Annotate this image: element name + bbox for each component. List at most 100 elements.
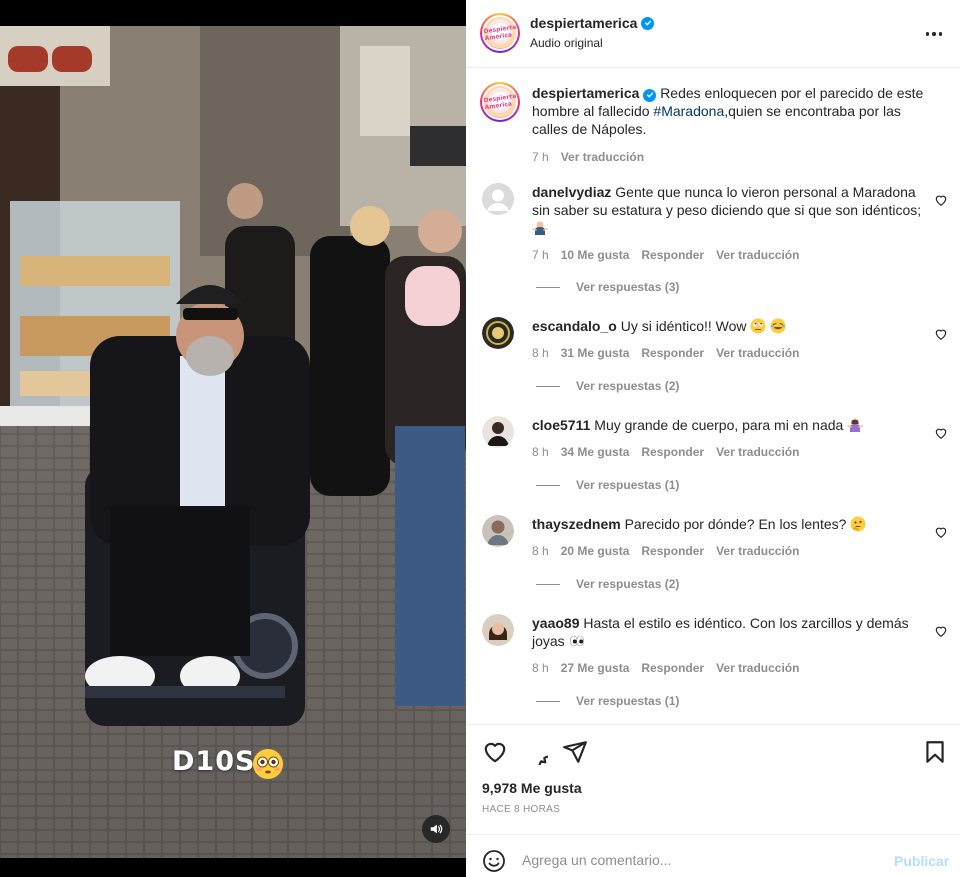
hashtag-link[interactable]: #Maradona: [653, 103, 724, 119]
add-comment-bar: Publicar: [466, 834, 960, 877]
person-shrugging-emoji: [532, 221, 548, 235]
comment-time[interactable]: 8 h: [532, 443, 549, 461]
like-comment-heart-icon[interactable]: [934, 525, 948, 539]
comment-time[interactable]: 8 h: [532, 659, 549, 677]
comment-likes[interactable]: 10 Me gusta: [561, 246, 630, 264]
view-replies-button[interactable]: Ver respuestas (2): [536, 577, 679, 591]
translate-link[interactable]: Ver traducción: [716, 542, 799, 560]
speaker-icon: [430, 824, 443, 834]
comment-username[interactable]: cloe5711: [532, 417, 590, 433]
more-dot-icon: [938, 32, 943, 36]
avatar-logo-text: Despierta America: [482, 23, 517, 43]
caption-translate-link[interactable]: Ver traducción: [561, 148, 644, 166]
reply-button[interactable]: Responder: [641, 659, 704, 677]
comment-likes[interactable]: 34 Me gusta: [561, 443, 630, 461]
comment-text: Hasta el estilo es idéntico. Con los zar…: [532, 615, 909, 649]
share-send-icon[interactable]: [562, 739, 588, 765]
comment-meta: 8 h 20 Me gusta Responder Ver traducción: [532, 542, 922, 560]
comment-likes[interactable]: 20 Me gusta: [561, 542, 630, 560]
comment-avatar[interactable]: [482, 515, 514, 547]
thinking-face-emoji: [850, 516, 866, 532]
comment-text: Uy si idéntico!! Wow: [620, 318, 747, 334]
caption-text: despiertamerica Redes enloquecen por el …: [532, 84, 932, 166]
replies-divider: [536, 286, 560, 288]
street-scene-image: [0, 26, 466, 858]
comment-time[interactable]: 7 h: [532, 246, 549, 264]
verified-badge-icon: [643, 88, 657, 102]
author-username[interactable]: despiertamerica: [530, 15, 655, 31]
like-heart-icon[interactable]: [482, 739, 508, 765]
like-comment-heart-icon[interactable]: [934, 327, 948, 341]
translate-link[interactable]: Ver traducción: [716, 659, 799, 677]
comment-body: thayszednem Parecido por dónde? En los l…: [532, 515, 922, 560]
audio-toggle-button[interactable]: [422, 815, 450, 843]
flushed-face-emoji: [253, 749, 283, 779]
video-frame[interactable]: [0, 26, 466, 858]
emoji-picker-icon[interactable]: [482, 849, 506, 873]
more-dot-icon: [925, 32, 930, 36]
audio-label[interactable]: Audio original: [530, 36, 603, 50]
like-comment-heart-icon[interactable]: [934, 193, 948, 207]
comment-avatar[interactable]: [482, 614, 514, 646]
post-actions-bar: [466, 724, 960, 834]
replies-divider: [536, 484, 560, 486]
comment-bubble-icon[interactable]: [522, 739, 548, 765]
post-media[interactable]: D10S: [0, 0, 466, 877]
reply-button[interactable]: Responder: [641, 542, 704, 560]
rolling-eyes-emoji: [750, 318, 766, 334]
likes-count[interactable]: 9,978 Me gusta: [482, 780, 582, 796]
comment-avatar[interactable]: [482, 416, 514, 448]
comment-username[interactable]: yaao89: [532, 615, 579, 631]
comment-body: danelvydiaz Gente que nunca lo vieron pe…: [532, 183, 922, 264]
comment-username[interactable]: danelvydiaz: [532, 184, 611, 200]
comments-list[interactable]: Despierta America despiertamerica Redes …: [466, 69, 960, 724]
post-sidebar: Despierta America despiertamerica Audio …: [466, 0, 960, 877]
more-options-button[interactable]: [922, 22, 946, 46]
comment-input[interactable]: [522, 846, 882, 874]
like-comment-heart-icon[interactable]: [934, 624, 948, 638]
caption-time[interactable]: 7 h: [532, 148, 549, 166]
comment-time[interactable]: 8 h: [532, 542, 549, 560]
avatar-logo-text: Despierta America: [482, 92, 517, 112]
video-overlay-text: D10S: [172, 746, 256, 777]
replies-divider: [536, 700, 560, 702]
comment-body: escandalo_o Uy si idéntico!! Wow 8 h 31 …: [532, 317, 922, 362]
post-timestamp[interactable]: HACE 8 HORAS: [482, 804, 560, 815]
verified-badge-icon: [641, 16, 655, 30]
translate-link[interactable]: Ver traducción: [716, 344, 799, 362]
translate-link[interactable]: Ver traducción: [716, 443, 799, 461]
replies-divider: [536, 385, 560, 387]
author-avatar[interactable]: Despierta America: [480, 13, 520, 53]
view-replies-button[interactable]: Ver respuestas (3): [536, 280, 679, 294]
comment-text: Parecido por dónde? En los lentes?: [624, 516, 847, 532]
woman-shrugging-emoji: [847, 418, 863, 432]
post-header: Despierta America despiertamerica Audio …: [466, 0, 960, 68]
comment-avatar[interactable]: [482, 183, 514, 215]
laughing-tears-emoji: [770, 318, 786, 334]
comment-avatar[interactable]: [482, 317, 514, 349]
caption-username[interactable]: despiertamerica: [532, 85, 639, 101]
bookmark-save-icon[interactable]: [922, 739, 948, 765]
reply-button[interactable]: Responder: [641, 246, 704, 264]
comment-meta: 8 h 27 Me gusta Responder Ver traducción: [532, 659, 922, 677]
comment-username[interactable]: escandalo_o: [532, 318, 617, 334]
publish-button[interactable]: Publicar: [894, 853, 949, 869]
view-replies-button[interactable]: Ver respuestas (1): [536, 478, 679, 492]
comment-body: cloe5711 Muy grande de cuerpo, para mi e…: [532, 416, 922, 461]
view-replies-button[interactable]: Ver respuestas (1): [536, 694, 679, 708]
comment-meta: 8 h 34 Me gusta Responder Ver traducción: [532, 443, 922, 461]
comment-likes[interactable]: 27 Me gusta: [561, 659, 630, 677]
like-comment-heart-icon[interactable]: [934, 426, 948, 440]
comment-text: Muy grande de cuerpo, para mi en nada: [594, 417, 844, 433]
comment-likes[interactable]: 31 Me gusta: [561, 344, 630, 362]
comment-time[interactable]: 8 h: [532, 344, 549, 362]
caption-author-avatar[interactable]: Despierta America: [480, 82, 520, 122]
comment-username[interactable]: thayszednem: [532, 516, 621, 532]
comment-meta: 8 h 31 Me gusta Responder Ver traducción: [532, 344, 922, 362]
comment-meta: 7 h 10 Me gusta Responder Ver traducción: [532, 246, 922, 264]
view-replies-button[interactable]: Ver respuestas (2): [536, 379, 679, 393]
comment-body: yaao89 Hasta el estilo es idéntico. Con …: [532, 614, 922, 677]
reply-button[interactable]: Responder: [641, 344, 704, 362]
reply-button[interactable]: Responder: [641, 443, 704, 461]
translate-link[interactable]: Ver traducción: [716, 246, 799, 264]
